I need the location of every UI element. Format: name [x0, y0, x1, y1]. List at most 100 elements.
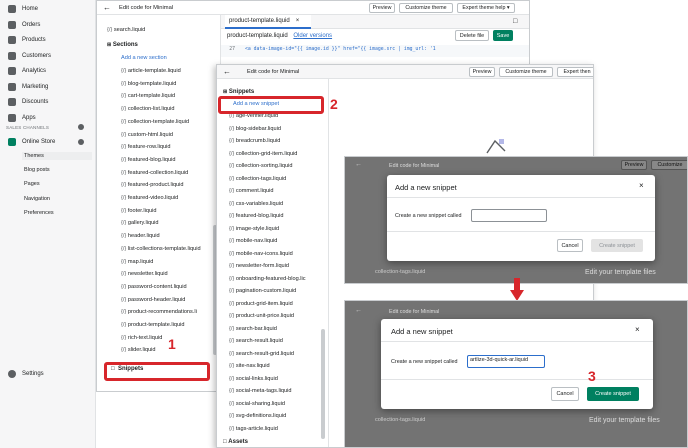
file-item[interactable]: {/} social-meta-tags.liquid: [229, 388, 292, 394]
file-item[interactable]: {/} product-grid-item.liquid: [229, 301, 293, 307]
snippet-name-input[interactable]: [471, 209, 547, 222]
preview-button[interactable]: Preview: [621, 160, 647, 170]
file-item[interactable]: {/} mobile-nav.liquid: [229, 238, 277, 244]
file-item[interactable]: {/} search-result-grid.liquid: [229, 351, 294, 357]
tab-product-template[interactable]: product-template.liquid ×: [225, 15, 311, 29]
close-tab-icon[interactable]: ×: [296, 18, 300, 24]
file-item[interactable]: {/} social-sharing.liquid: [229, 401, 285, 407]
sidebar-subitem-pages[interactable]: Pages: [24, 181, 40, 187]
customize-theme-button[interactable]: Customize theme: [499, 67, 553, 77]
file-item[interactable]: {/} custom-html.liquid: [121, 132, 173, 138]
file-item[interactable]: {/} featured-blog.liquid: [229, 213, 283, 219]
back-arrow-icon[interactable]: ←: [355, 161, 362, 168]
sidebar-item-apps[interactable]: Apps: [8, 112, 94, 124]
file-item[interactable]: {/} header.liquid: [121, 233, 160, 239]
file-item[interactable]: {/} password-content.liquid: [121, 284, 187, 290]
sidebar-item-marketing[interactable]: Marketing: [8, 81, 94, 93]
preview-button[interactable]: Preview: [369, 3, 395, 13]
assets-folder[interactable]: □ Assets: [223, 439, 248, 445]
create-snippet-button[interactable]: Create snippet: [591, 239, 643, 252]
customize-theme-button[interactable]: Customize: [651, 160, 687, 170]
preview-button[interactable]: Preview: [469, 67, 495, 77]
file-item[interactable]: {/} search-result.liquid: [229, 338, 283, 344]
sidebar-item-discounts[interactable]: Discounts: [8, 96, 94, 108]
cancel-button[interactable]: Cancel: [551, 387, 579, 401]
file-item[interactable]: {/} footer.liquid: [121, 208, 156, 214]
file-item[interactable]: {/} breadcrumb.liquid: [229, 138, 280, 144]
close-icon[interactable]: ×: [639, 181, 644, 190]
code-area[interactable]: 27 <a data-image-id="{{ image.id }}" href…: [221, 45, 529, 57]
file-item[interactable]: {/} feature-row.liquid: [121, 144, 170, 150]
sections-header[interactable]: ⊞ Sections: [107, 42, 138, 48]
file-item[interactable]: {/} list-collections-template.liquid: [121, 246, 201, 252]
file-item[interactable]: {/} collection-list.liquid: [121, 106, 175, 112]
expert-theme-help-button[interactable]: Expert theme help ▾: [457, 3, 515, 13]
sidebar-item-home[interactable]: Home: [8, 3, 94, 15]
file-item[interactable]: {/} blog-sidebar.liquid: [229, 126, 281, 132]
snippets-header[interactable]: ⊞ Snippets: [223, 89, 254, 95]
sidebar-item-products[interactable]: Products: [8, 34, 94, 46]
file-list-scrollbar[interactable]: [321, 329, 325, 439]
file-search[interactable]: {/} search.liquid: [107, 27, 145, 33]
file-item[interactable]: {/} article-template.liquid: [121, 68, 181, 74]
file-item[interactable]: {/} featured-blog.liquid: [121, 157, 175, 163]
sidebar-item-settings[interactable]: Settings: [8, 368, 94, 380]
file-item[interactable]: {/} product-recommendations.li: [121, 309, 197, 315]
customize-theme-button[interactable]: Customize theme: [399, 3, 453, 13]
add-channel-icon[interactable]: [78, 124, 84, 130]
file-item[interactable]: {/} collection-tags.liquid: [229, 176, 286, 182]
file-name: featured-blog.liquid: [127, 156, 176, 163]
file-item[interactable]: {/} mobile-nav-icons.liquid: [229, 251, 293, 257]
file-item[interactable]: {/} comment.liquid: [229, 188, 273, 194]
file-item[interactable]: {/} cart-template.liquid: [121, 93, 175, 99]
sidebar-subitem-themes[interactable]: Themes: [22, 152, 92, 160]
file-item[interactable]: {/} pagination-custom.liquid: [229, 288, 296, 294]
back-arrow-icon[interactable]: ←: [223, 67, 231, 76]
file-item[interactable]: {/} product-template.liquid: [121, 322, 184, 328]
file-item[interactable]: {/} rich-text.liquid: [121, 335, 162, 341]
sidebar-item-orders[interactable]: Orders: [8, 19, 94, 31]
file-item[interactable]: {/} newsletter-form.liquid: [229, 263, 289, 269]
file-item[interactable]: {/} password-header.liquid: [121, 297, 185, 303]
file-item[interactable]: {/} map.liquid: [121, 259, 153, 265]
sidebar-item-customers[interactable]: Customers: [8, 50, 94, 62]
fullscreen-icon[interactable]: □: [513, 18, 517, 25]
file-item[interactable]: {/} social-links.liquid: [229, 376, 278, 382]
liquid-file-icon: {/}: [229, 275, 236, 282]
file-item[interactable]: {/} featured-product.liquid: [121, 182, 184, 188]
sidebar-item-analytics[interactable]: Analytics: [8, 65, 94, 77]
back-arrow-icon[interactable]: ←: [103, 3, 111, 12]
file-item[interactable]: {/} site-nav.liquid: [229, 363, 270, 369]
expert-theme-help-button[interactable]: Expert then: [557, 67, 593, 77]
file-item[interactable]: {/} image-style.liquid: [229, 226, 279, 232]
save-button[interactable]: Save: [493, 30, 513, 41]
older-versions-link[interactable]: Older versions: [293, 33, 332, 39]
file-item[interactable]: {/} search-bar.liquid: [229, 326, 277, 332]
file-item[interactable]: {/} collection-grid-item.liquid: [229, 151, 297, 157]
file-item[interactable]: {/} gallery.liquid: [121, 220, 159, 226]
file-item[interactable]: {/} featured-collection.liquid: [121, 170, 188, 176]
file-item[interactable]: {/} collection-sorting.liquid: [229, 163, 292, 169]
file-item[interactable]: {/} css-variables.liquid: [229, 201, 283, 207]
eye-icon[interactable]: [78, 139, 84, 145]
file-item[interactable]: {/} slider.liquid: [121, 347, 156, 353]
cancel-button[interactable]: Cancel: [557, 239, 583, 252]
file-item[interactable]: {/} collection-template.liquid: [121, 119, 189, 125]
file-item[interactable]: {/} blog-template.liquid: [121, 81, 176, 87]
sidebar-subitem-navigation[interactable]: Navigation: [24, 196, 50, 202]
close-icon[interactable]: ×: [635, 325, 640, 334]
file-item[interactable]: {/} svg-definitions.liquid: [229, 413, 286, 419]
snippet-name-input[interactable]: artlize-3d-quick-ar.liquid: [467, 355, 545, 368]
file-item[interactable]: {/} onboarding-featured-blog.lic: [229, 276, 306, 282]
file-item[interactable]: {/} product-unit-price.liquid: [229, 313, 294, 319]
file-item[interactable]: {/} tags-article.liquid: [229, 426, 278, 432]
create-snippet-button[interactable]: Create snippet: [587, 387, 639, 401]
sidebar-subitem-blog-posts[interactable]: Blog posts: [24, 167, 50, 173]
back-arrow-icon[interactable]: ←: [355, 307, 362, 314]
file-name: header.liquid: [127, 233, 160, 240]
delete-file-button[interactable]: Delete file: [455, 30, 489, 41]
file-item[interactable]: {/} featured-video.liquid: [121, 195, 178, 201]
add-section-link[interactable]: Add a new section: [121, 55, 167, 61]
file-item[interactable]: {/} newsletter.liquid: [121, 271, 168, 277]
sidebar-subitem-preferences[interactable]: Preferences: [24, 210, 54, 216]
